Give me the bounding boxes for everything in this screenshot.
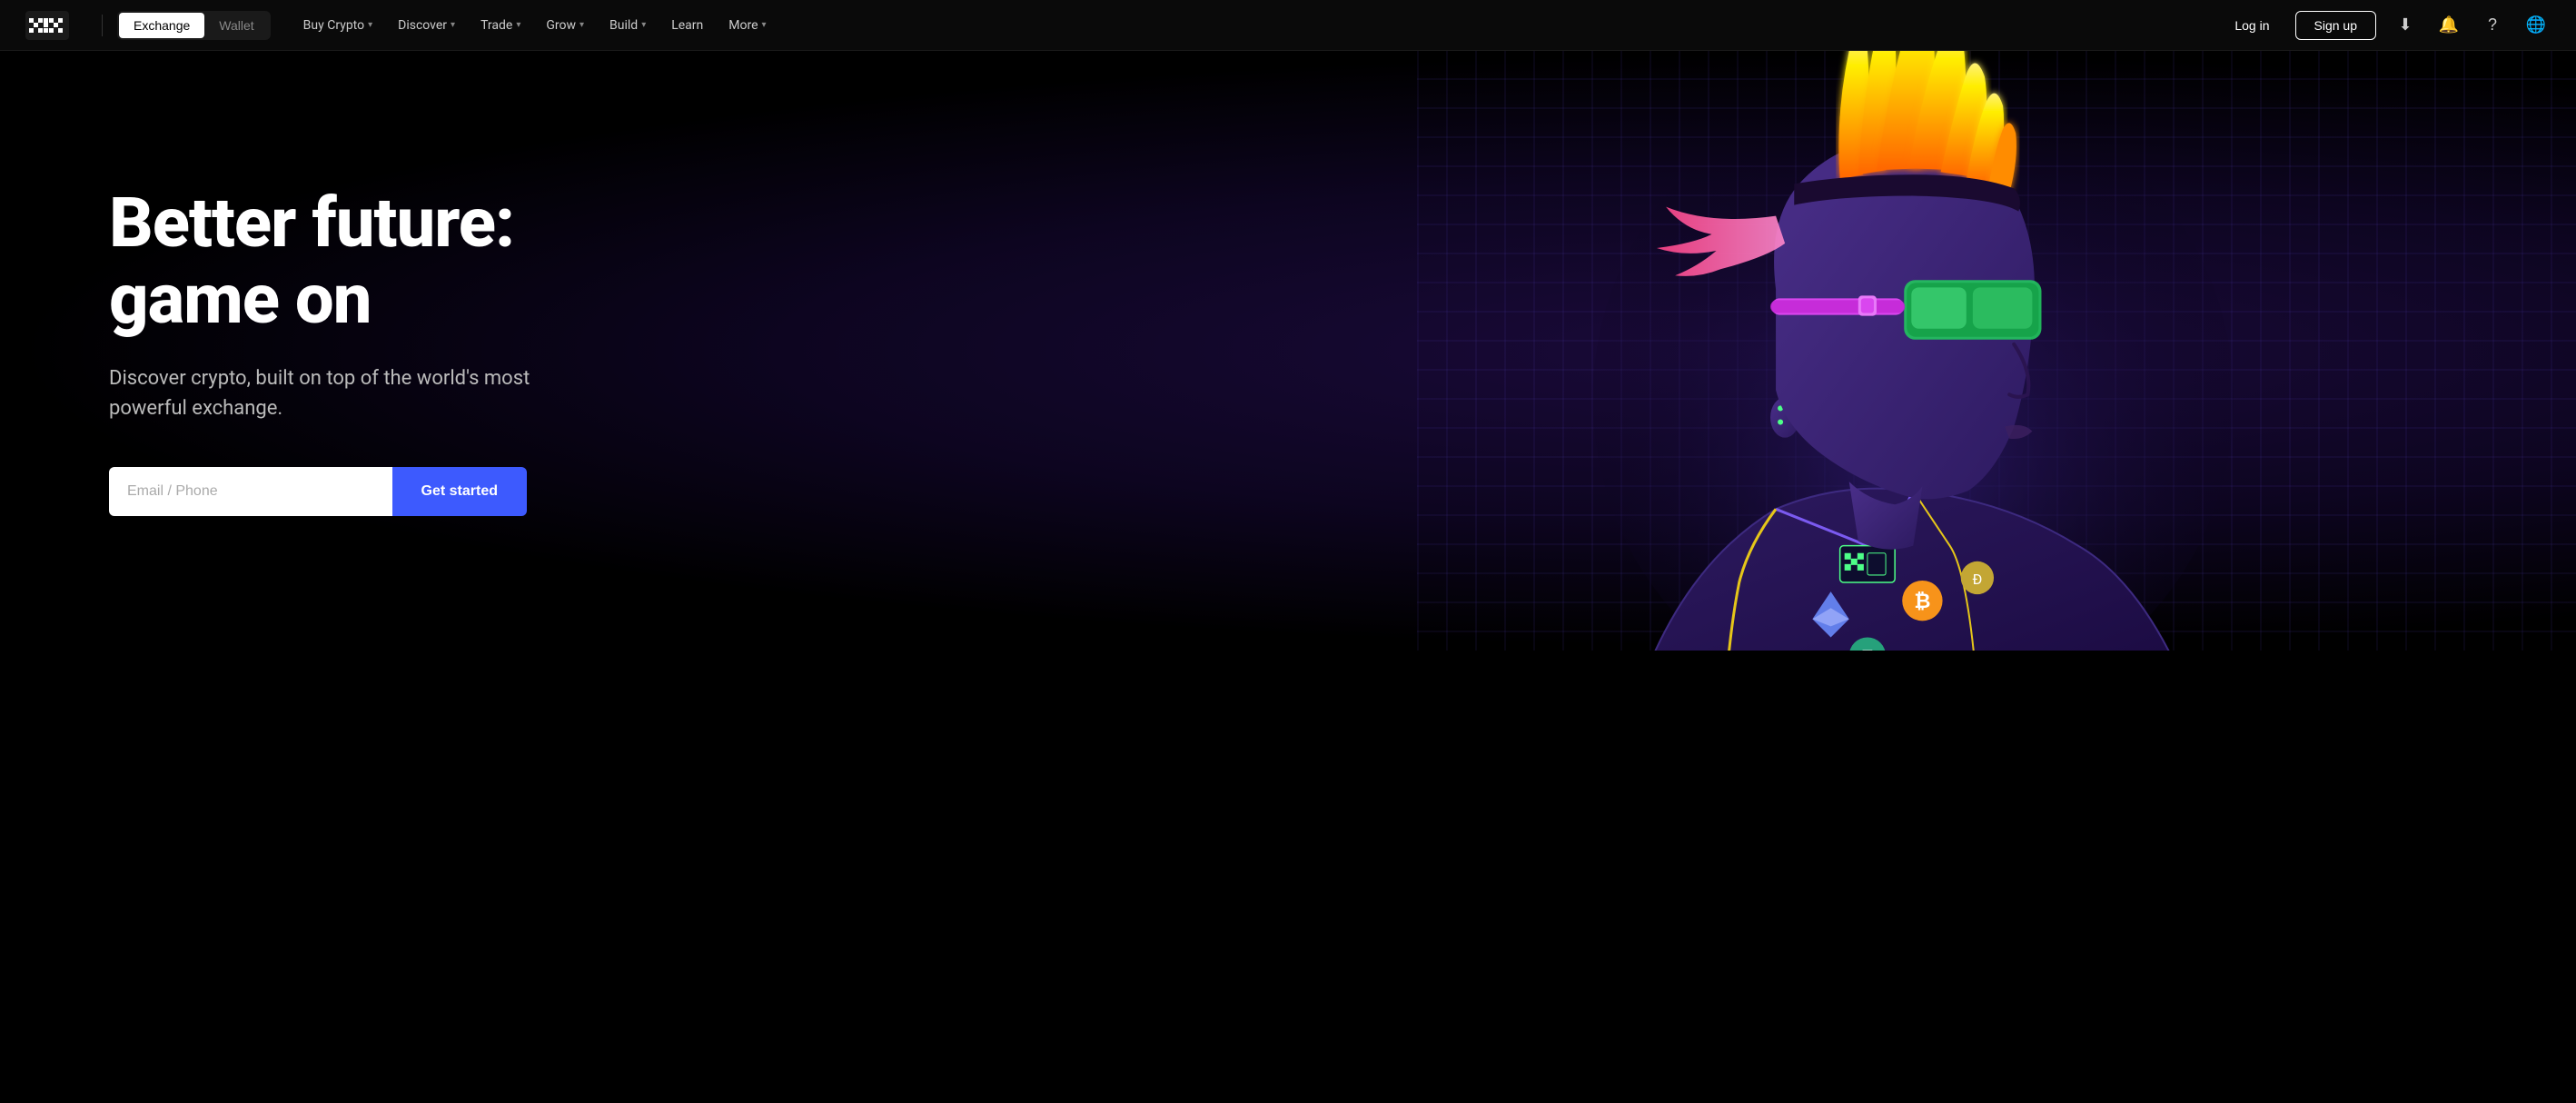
- chevron-down-icon: ▾: [641, 20, 646, 30]
- hero-title-line2: game on: [109, 258, 371, 340]
- email-phone-input[interactable]: [109, 467, 392, 516]
- navbar-nav: Buy Crypto ▾ Discover ▾ Trade ▾ Grow ▾ B…: [292, 11, 2224, 40]
- nav-label: Buy Crypto: [303, 18, 364, 33]
- hero-character-illustration: ₿ Ð ₮: [1159, 51, 2576, 651]
- navbar-actions: Log in Sign up ⬇ 🔔 ? 🌐: [2224, 11, 2551, 40]
- nav-item-discover[interactable]: Discover ▾: [387, 11, 466, 40]
- chevron-down-icon: ▾: [580, 20, 584, 30]
- get-started-button[interactable]: Get started: [392, 467, 527, 516]
- nav-item-learn[interactable]: Learn: [660, 11, 714, 40]
- nav-label: Build: [609, 18, 638, 33]
- navbar: Exchange Wallet Buy Crypto ▾ Discover ▾ …: [0, 0, 2576, 51]
- signup-button[interactable]: Sign up: [2295, 11, 2376, 40]
- nav-label: Grow: [546, 18, 576, 33]
- nav-label: Discover: [398, 18, 447, 33]
- chevron-down-icon: ▾: [762, 20, 767, 30]
- hero-form: Get started: [109, 467, 527, 516]
- hero-title-line1: Better future:: [109, 182, 514, 263]
- navbar-divider: [102, 15, 103, 36]
- nav-item-build[interactable]: Build ▾: [599, 11, 657, 40]
- login-button[interactable]: Log in: [2224, 11, 2280, 40]
- hero-subtitle: Discover crypto, built on top of the wor…: [109, 363, 545, 423]
- chevron-down-icon: ▾: [368, 20, 372, 30]
- help-icon[interactable]: ?: [2478, 11, 2507, 40]
- wallet-mode-button[interactable]: Wallet: [204, 13, 268, 38]
- chevron-down-icon: ▾: [451, 20, 455, 30]
- nav-item-grow[interactable]: Grow ▾: [535, 11, 595, 40]
- nav-label: Learn: [671, 18, 703, 33]
- chevron-down-icon: ▾: [516, 20, 520, 30]
- exchange-mode-button[interactable]: Exchange: [119, 13, 204, 38]
- svg-text:₮: ₮: [1863, 648, 1873, 651]
- okx-logo[interactable]: [25, 11, 69, 40]
- globe-icon[interactable]: 🌐: [2522, 11, 2551, 40]
- nav-item-trade[interactable]: Trade ▾: [470, 11, 531, 40]
- hero-section: Better future: game on Discover crypto, …: [0, 51, 2576, 651]
- nav-label: Trade: [481, 18, 512, 33]
- nav-label: More: [728, 18, 758, 33]
- svg-text:Ð: Ð: [1973, 571, 1983, 588]
- hero-content: Better future: game on Discover crypto, …: [0, 113, 654, 588]
- nav-item-buy-crypto[interactable]: Buy Crypto ▾: [292, 11, 383, 40]
- nav-item-more[interactable]: More ▾: [718, 11, 777, 40]
- svg-text:₿: ₿: [1915, 590, 1931, 613]
- download-icon[interactable]: ⬇: [2391, 11, 2420, 40]
- navbar-mode-toggle: Exchange Wallet: [117, 11, 271, 40]
- hero-title: Better future: game on: [109, 185, 545, 337]
- bell-icon[interactable]: 🔔: [2434, 11, 2463, 40]
